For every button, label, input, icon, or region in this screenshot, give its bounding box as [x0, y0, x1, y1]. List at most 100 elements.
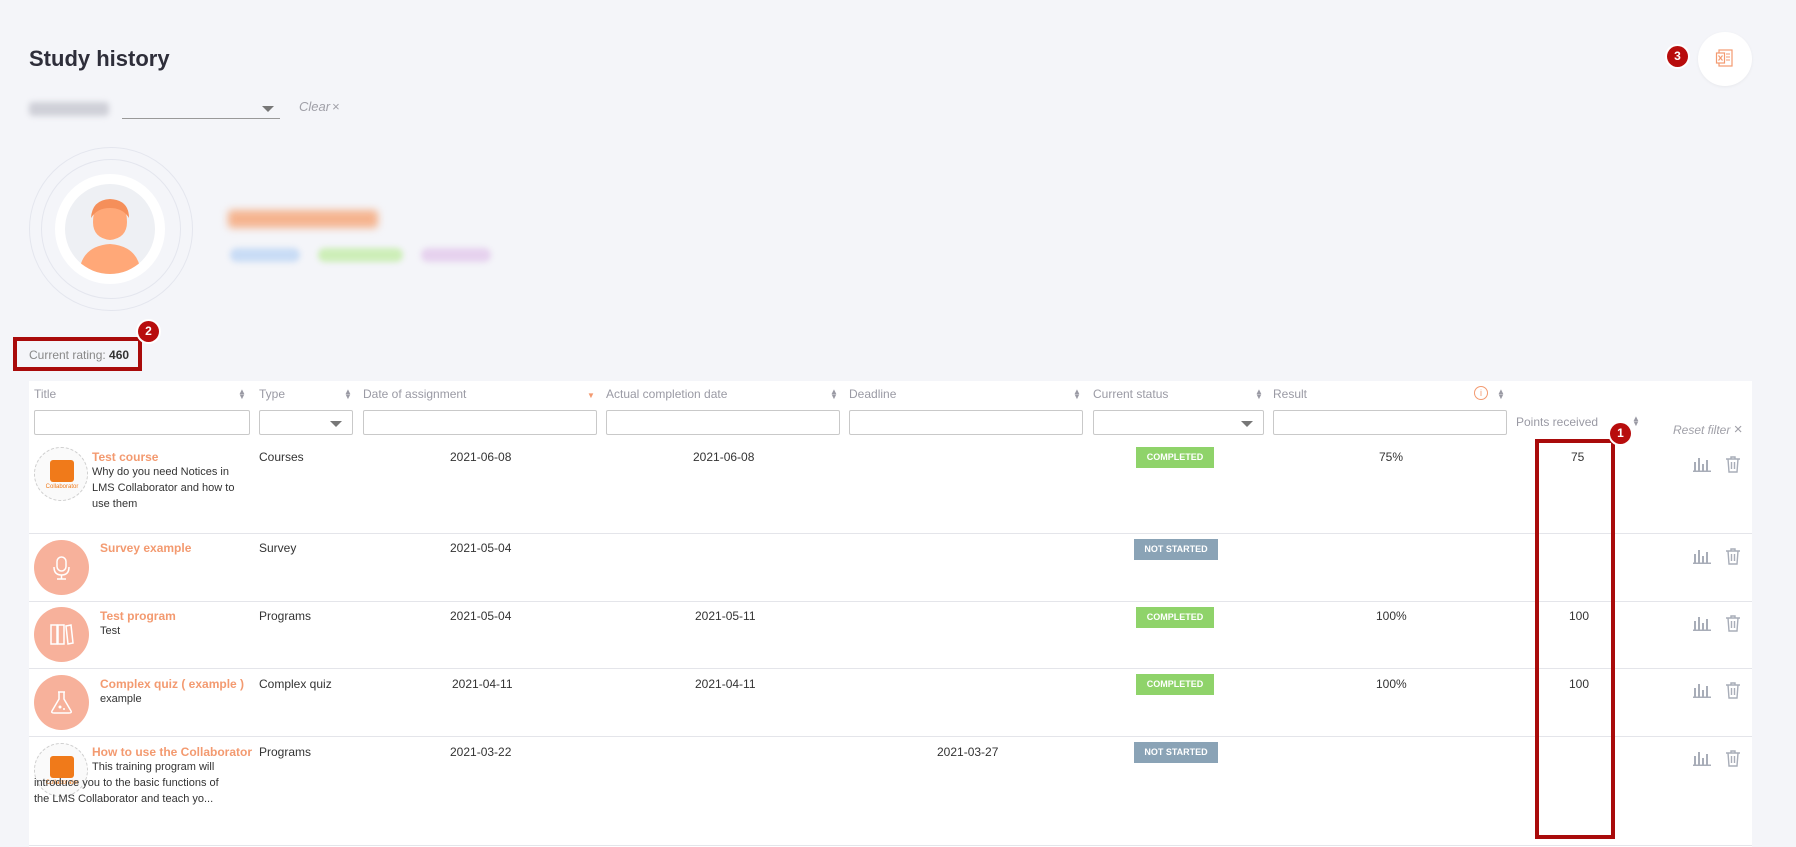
- sort-icon[interactable]: ▲ ▼: [830, 388, 838, 401]
- trash-icon: [1726, 682, 1740, 699]
- status-badge: NOT STARTED: [1134, 742, 1218, 763]
- user-tag-blurred: [230, 248, 300, 262]
- close-icon: ×: [1733, 421, 1743, 438]
- delete-button[interactable]: [1725, 614, 1741, 637]
- column-header-date-assignment[interactable]: Date of assignment: [363, 387, 466, 401]
- cell-deadline: 2021-03-27: [937, 745, 999, 759]
- cell-type: Complex quiz: [259, 677, 332, 691]
- cell-type: Courses: [259, 450, 304, 464]
- user-select[interactable]: [122, 98, 280, 119]
- column-header-deadline[interactable]: Deadline: [849, 387, 896, 401]
- statistics-button[interactable]: [1693, 456, 1711, 477]
- actual-completion-filter-input[interactable]: [606, 410, 840, 435]
- sort-icon[interactable]: ▲ ▼: [1073, 388, 1081, 401]
- user-tag-blurred: [421, 248, 491, 262]
- delete-button[interactable]: [1725, 749, 1741, 772]
- type-filter-select[interactable]: [259, 410, 353, 435]
- chevron-down-icon: [330, 421, 342, 427]
- row-divider: [29, 736, 1752, 737]
- quiz-thumbnail: [34, 675, 89, 730]
- row-divider: [29, 601, 1752, 602]
- delete-button[interactable]: [1725, 681, 1741, 704]
- cell-type: Programs: [259, 609, 312, 623]
- current-rating: Current rating: 460: [29, 348, 129, 362]
- info-icon[interactable]: i: [1474, 386, 1488, 400]
- cell-completion-date: 2021-05-11: [695, 609, 756, 623]
- avatar: [65, 184, 155, 274]
- bar-chart-icon: [1693, 684, 1711, 699]
- cell-type: Programs: [259, 745, 312, 759]
- date-assignment-filter-input[interactable]: [363, 410, 597, 435]
- sort-icon[interactable]: ▲ ▼: [238, 388, 246, 401]
- column-header-type[interactable]: Type: [259, 387, 285, 401]
- excel-icon: [1715, 49, 1733, 67]
- export-excel-button[interactable]: [1698, 32, 1752, 86]
- points-highlight-box: [1535, 439, 1615, 839]
- deadline-filter-input[interactable]: [849, 410, 1083, 435]
- row-divider: [29, 533, 1752, 534]
- sort-icon[interactable]: ▲ ▼: [344, 388, 352, 401]
- sort-desc-icon[interactable]: ▼: [587, 392, 595, 400]
- item-title[interactable]: Test program: [100, 609, 176, 623]
- item-title[interactable]: Complex quiz ( example ): [100, 677, 244, 691]
- item-description: example: [100, 693, 142, 705]
- status-badge: COMPLETED: [1136, 607, 1214, 628]
- column-header-actual-completion[interactable]: Actual completion date: [606, 387, 727, 401]
- row-divider: [29, 845, 1752, 846]
- item-title[interactable]: Test course: [92, 450, 158, 464]
- trash-icon: [1726, 548, 1740, 565]
- trash-icon: [1726, 750, 1740, 767]
- title-filter-input[interactable]: [34, 410, 250, 435]
- cell-completion-date: 2021-06-08: [693, 450, 755, 464]
- sort-icon[interactable]: ▲ ▼: [1255, 388, 1263, 401]
- clear-label: Clear: [299, 99, 331, 114]
- item-description: Test: [100, 625, 121, 637]
- flask-icon: [51, 691, 72, 714]
- item-title[interactable]: Survey example: [100, 541, 191, 555]
- bar-chart-icon: [1693, 617, 1711, 632]
- reset-filter-button[interactable]: Reset filter ×: [1673, 421, 1742, 438]
- survey-thumbnail: [34, 540, 89, 595]
- user-name-blurred: [228, 210, 378, 228]
- result-filter-input[interactable]: [1273, 410, 1507, 435]
- statistics-button[interactable]: [1693, 682, 1711, 703]
- bar-chart-icon: [1693, 458, 1711, 473]
- cell-result: 100%: [1376, 677, 1407, 691]
- item-title[interactable]: How to use the Collaborator: [92, 745, 252, 759]
- page-title: Study history: [29, 46, 170, 71]
- logo-mark: [50, 460, 74, 482]
- program-thumbnail: [34, 607, 89, 662]
- user-avatar-icon: [79, 199, 141, 274]
- column-header-result[interactable]: Result: [1273, 387, 1307, 401]
- microphone-icon: [53, 556, 70, 580]
- item-description: Why do you need Notices in LMS Collabora…: [92, 466, 235, 510]
- cell-date-assigned: 2021-05-04: [450, 609, 512, 623]
- sort-icon[interactable]: ▲ ▼: [1632, 415, 1640, 428]
- column-header-status[interactable]: Current status: [1093, 387, 1168, 401]
- cell-date-assigned: 2021-04-11: [452, 677, 513, 691]
- current-rating-label: Current rating:: [29, 348, 106, 362]
- trash-icon: [1726, 615, 1740, 632]
- logo-text: Collaborator: [45, 484, 79, 490]
- clear-button[interactable]: Clear ×: [299, 99, 340, 114]
- bar-chart-icon: [1693, 752, 1711, 767]
- cell-result: 100%: [1376, 609, 1407, 623]
- cell-date-assigned: 2021-06-08: [450, 450, 512, 464]
- sort-icon[interactable]: ▲ ▼: [1497, 388, 1505, 401]
- books-icon: [50, 624, 74, 645]
- status-filter-select[interactable]: [1093, 410, 1264, 435]
- bar-chart-icon: [1693, 550, 1711, 565]
- user-filter-label-blurred: [29, 102, 109, 116]
- close-icon: ×: [332, 99, 340, 114]
- column-header-points[interactable]: Points received: [1516, 415, 1598, 429]
- delete-button[interactable]: [1725, 455, 1741, 478]
- delete-button[interactable]: [1725, 547, 1741, 570]
- statistics-button[interactable]: [1693, 615, 1711, 636]
- cell-completion-date: 2021-04-11: [695, 677, 756, 691]
- column-header-title[interactable]: Title: [34, 387, 56, 401]
- status-badge: COMPLETED: [1136, 674, 1214, 695]
- row-divider: [29, 668, 1752, 669]
- statistics-button[interactable]: [1693, 750, 1711, 771]
- current-rating-value: 460: [109, 348, 130, 362]
- statistics-button[interactable]: [1693, 548, 1711, 569]
